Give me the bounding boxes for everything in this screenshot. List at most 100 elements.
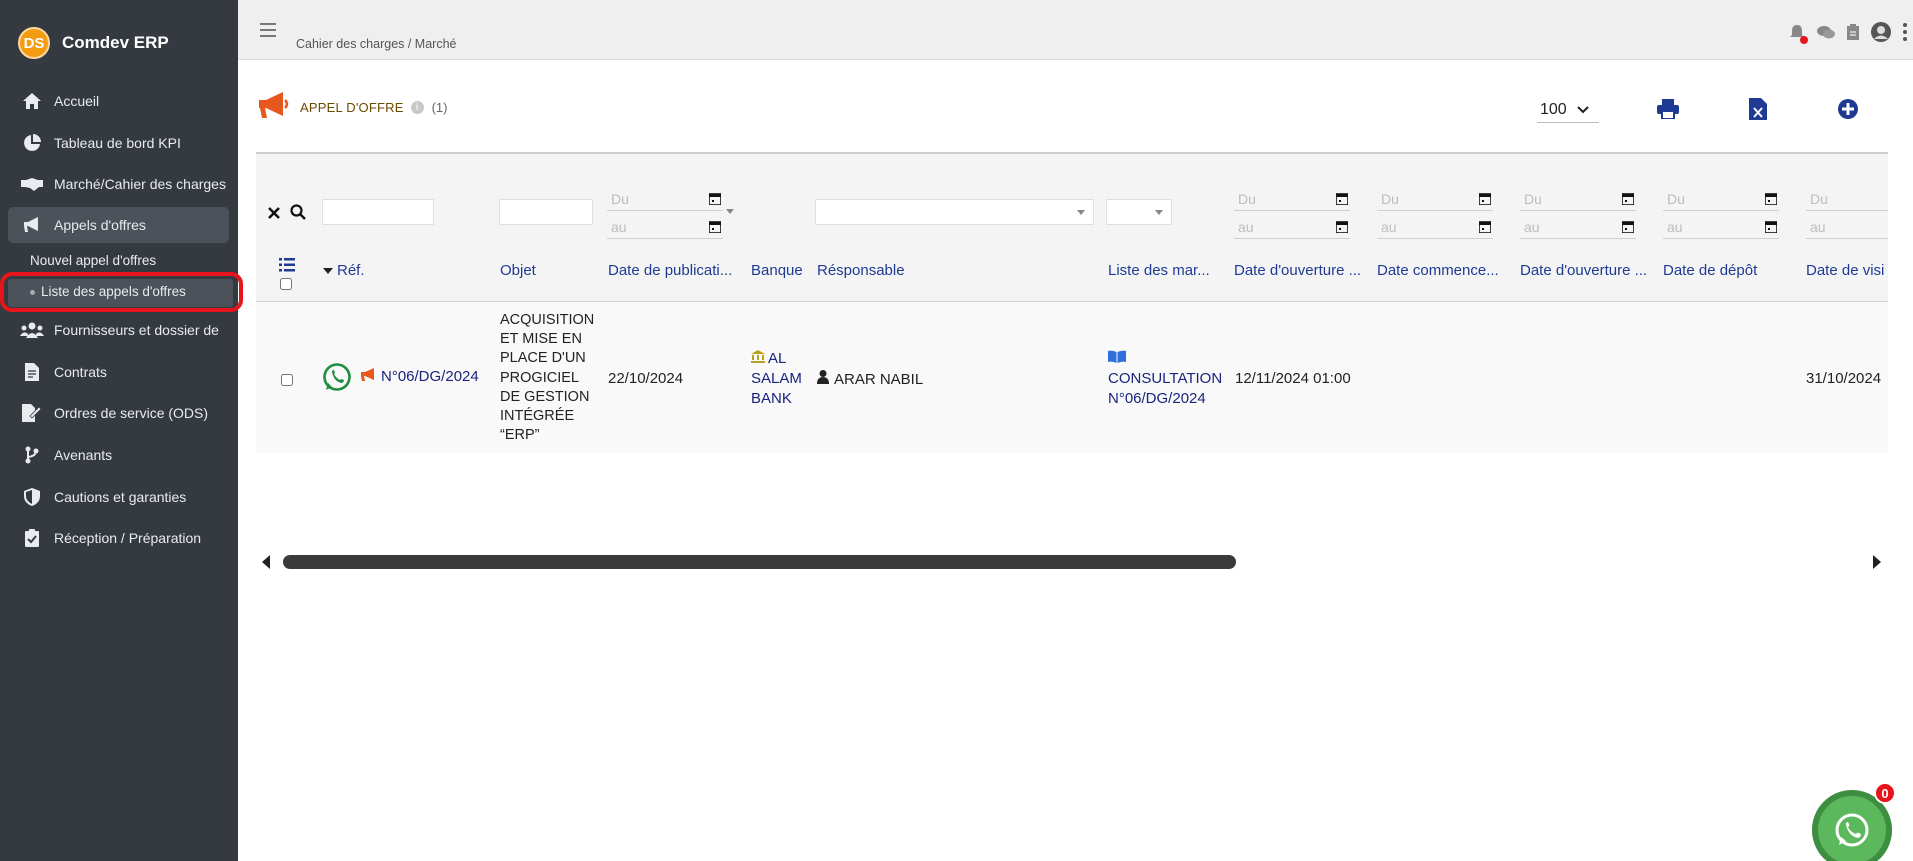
table-row[interactable]: N°06/DG/2024 ACQUISITION ET MISE EN PLAC… — [256, 302, 1888, 453]
print-icon — [1657, 99, 1679, 119]
banque-filter-select[interactable] — [724, 199, 734, 225]
clear-filters-icon[interactable] — [268, 206, 280, 224]
column-list-icon[interactable] — [279, 258, 295, 277]
column-header-ref[interactable]: Réf. — [323, 262, 365, 279]
sidebar-item-accueil[interactable]: Accueil — [8, 83, 229, 119]
ouverture2-date-to[interactable]: au — [1520, 215, 1636, 239]
file-signature-icon — [20, 404, 44, 422]
sidebar-item-label: Fournisseurs et dossier de — [54, 322, 219, 338]
publication-date-from[interactable]: Du — [607, 187, 723, 211]
ref-filter-input[interactable] — [322, 199, 434, 225]
sidebar-item-tableau-de-bord[interactable]: Tableau de bord KPI — [8, 125, 229, 161]
ouverture2-date-from[interactable]: Du — [1520, 187, 1636, 211]
more-vertical-icon[interactable] — [1903, 23, 1907, 46]
clipboard-icon[interactable] — [1847, 24, 1859, 45]
objet-line: PLACE D'UN — [500, 350, 586, 367]
column-header-date-ouverture[interactable]: Date d'ouverture ... — [1234, 262, 1361, 279]
highlight-annotation — [0, 272, 243, 312]
visite-date-from[interactable]: Du — [1806, 187, 1888, 211]
objet-line: INTÉGRÉE — [500, 408, 575, 425]
page-title-row: APPEL D'OFFRE i (1) — [256, 90, 447, 125]
chat-count-badge: 0 — [1874, 782, 1896, 804]
sub-item-nouvel-appel[interactable]: Nouvel appel d'offres — [0, 253, 238, 268]
objet-line: PROGICIEL — [500, 369, 579, 386]
header-actions — [1789, 22, 1907, 47]
row-checkbox[interactable] — [281, 374, 293, 386]
liste-marches-link[interactable]: CONSULTATION N°06/DG/2024 — [1108, 349, 1222, 409]
liste-marches-line: N°06/DG/2024 — [1108, 390, 1206, 407]
sidebar-item-contrats[interactable]: Contrats — [8, 354, 229, 390]
column-header-objet[interactable]: Objet — [500, 262, 536, 279]
code-branch-icon — [20, 446, 44, 464]
ref-link[interactable]: N°06/DG/2024 — [360, 367, 479, 386]
pie-chart-icon — [20, 134, 44, 152]
whatsapp-icon[interactable] — [322, 362, 352, 397]
info-icon[interactable]: i — [410, 100, 424, 114]
chat-bubbles-icon[interactable] — [1817, 25, 1835, 45]
commencement-date-to[interactable]: au — [1377, 215, 1493, 239]
sort-desc-icon — [323, 268, 333, 275]
column-header-date-commencement[interactable]: Date commence... — [1377, 262, 1499, 279]
column-header-banque[interactable]: Banque — [751, 262, 803, 279]
brand[interactable]: DS Comdev ERP — [18, 26, 169, 60]
sidebar-item-label: Contrats — [54, 364, 107, 380]
column-header-date-depot[interactable]: Date de dépôt — [1663, 262, 1757, 279]
ouverture-date-to[interactable]: au — [1234, 215, 1350, 239]
sidebar: DS Comdev ERP Accueil Tableau de bord KP… — [0, 0, 243, 861]
print-button[interactable] — [1655, 96, 1681, 122]
sidebar-item-reception[interactable]: Réception / Préparation — [8, 520, 229, 556]
megaphone-icon — [256, 90, 290, 125]
responsable-filter-select[interactable] — [815, 199, 1094, 225]
page-size-select[interactable]: 100 — [1537, 97, 1599, 123]
date-visite-cell: 31/10/2024 — [1806, 370, 1882, 387]
top-header: Cahier des charges / Marché — [238, 0, 1913, 60]
objet-filter-input[interactable] — [499, 199, 593, 225]
sidebar-item-avenants[interactable]: Avenants — [8, 437, 229, 473]
liste-marches-filter-select[interactable] — [1106, 199, 1172, 225]
commencement-date-from[interactable]: Du — [1377, 187, 1493, 211]
bank-icon — [751, 350, 765, 367]
depot-date-to[interactable]: au — [1663, 215, 1779, 239]
horizontal-scrollbar-thumb[interactable] — [283, 555, 1236, 569]
search-icon[interactable] — [290, 204, 306, 225]
sidebar-item-label: Cautions et garanties — [54, 489, 187, 505]
banque-line: SALAM — [751, 370, 802, 387]
add-button[interactable] — [1835, 96, 1861, 122]
breadcrumb[interactable]: Cahier des charges / Marché — [296, 37, 457, 51]
megaphone-icon — [360, 367, 378, 386]
select-all-checkbox[interactable] — [280, 278, 292, 290]
hamburger-menu-icon[interactable] — [260, 20, 276, 43]
calendar-icon — [1478, 220, 1492, 236]
page-size-value: 100 — [1540, 100, 1567, 118]
column-header-date-ouverture-2[interactable]: Date d'ouverture ... — [1520, 262, 1647, 279]
date-ouverture-cell: 12/11/2024 01:00 — [1235, 370, 1351, 387]
ouverture-date-from[interactable]: Du — [1234, 187, 1350, 211]
export-excel-button[interactable] — [1745, 96, 1771, 122]
column-header-date-publication[interactable]: Date de publicati... — [608, 262, 732, 279]
column-header-date-visite[interactable]: Date de visi — [1806, 262, 1884, 279]
banque-link[interactable]: AL SALAM BANK — [751, 349, 802, 409]
sidebar-item-appels-doffres[interactable]: Appels d'offres — [8, 207, 229, 243]
column-header-liste-marches[interactable]: Liste des mar... — [1108, 262, 1210, 279]
user-avatar[interactable] — [1871, 22, 1891, 47]
scroll-left-arrow[interactable] — [262, 555, 270, 569]
column-header-responsable[interactable]: Résponsable — [817, 262, 905, 279]
sidebar-item-label: Avenants — [54, 447, 113, 463]
depot-date-from[interactable]: Du — [1663, 187, 1779, 211]
publication-date-to[interactable]: au — [607, 215, 723, 239]
chevron-down-icon — [1576, 101, 1589, 119]
sidebar-item-fournisseurs[interactable]: Fournisseurs et dossier de — [8, 312, 229, 348]
visite-date-to[interactable]: au — [1806, 215, 1888, 239]
megaphone-icon — [20, 216, 44, 234]
calendar-icon — [1621, 192, 1635, 208]
responsable-value: ARAR NABIL — [834, 370, 924, 388]
brand-name: Comdev ERP — [62, 33, 169, 52]
sidebar-item-marche[interactable]: Marché/Cahier des charges — [8, 166, 229, 202]
sidebar-item-cautions[interactable]: Cautions et garanties — [8, 479, 229, 515]
liste-marches-line: CONSULTATION — [1108, 370, 1223, 387]
book-open-icon — [1108, 349, 1222, 369]
data-table: Du au Du au Du au Du au Du au Du au Réf.… — [256, 152, 1888, 453]
notification-bell-icon[interactable] — [1789, 24, 1808, 45]
sidebar-item-ordres-de-service[interactable]: Ordres de service (ODS) — [8, 395, 229, 431]
scroll-right-arrow[interactable] — [1873, 555, 1881, 569]
